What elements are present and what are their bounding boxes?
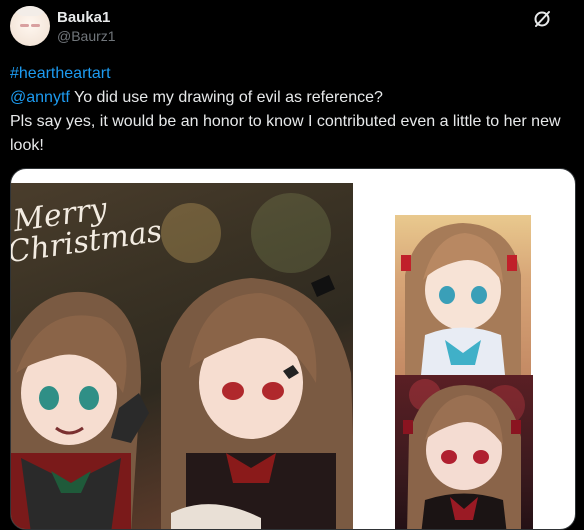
character-2-illustration [403, 379, 525, 529]
main-artwork[interactable]: Merry Christmas [11, 183, 353, 529]
thumbnail-character-2[interactable] [395, 375, 533, 529]
author-handle[interactable]: @Baurz1 [57, 28, 116, 44]
avatar-eye-left [20, 24, 29, 27]
tweet-text: #heartheartart @annytf Yo did use my dra… [10, 62, 578, 158]
characters-illustration [11, 275, 353, 529]
avatar-eye-right [31, 24, 40, 27]
tweet-text-line1: Yo did use my drawing of evil as referen… [69, 89, 383, 106]
hashtag-link[interactable]: #heartheartart [10, 65, 111, 82]
tweet-text-line2: Pls say yes, it would be an honor to kno… [10, 113, 561, 154]
grok-icon[interactable] [532, 9, 552, 29]
thumbnail-character-1[interactable] [395, 215, 531, 375]
tweet-media[interactable]: Merry Christmas [10, 168, 576, 530]
author-name[interactable]: Bauka1 [57, 9, 110, 26]
avatar[interactable] [10, 6, 50, 46]
avatar-hair [14, 6, 46, 16]
tweet-header: Bauka1 @Baurz1 [10, 6, 574, 46]
mention-link[interactable]: @annytf [10, 89, 70, 106]
character-1-illustration [401, 223, 521, 375]
